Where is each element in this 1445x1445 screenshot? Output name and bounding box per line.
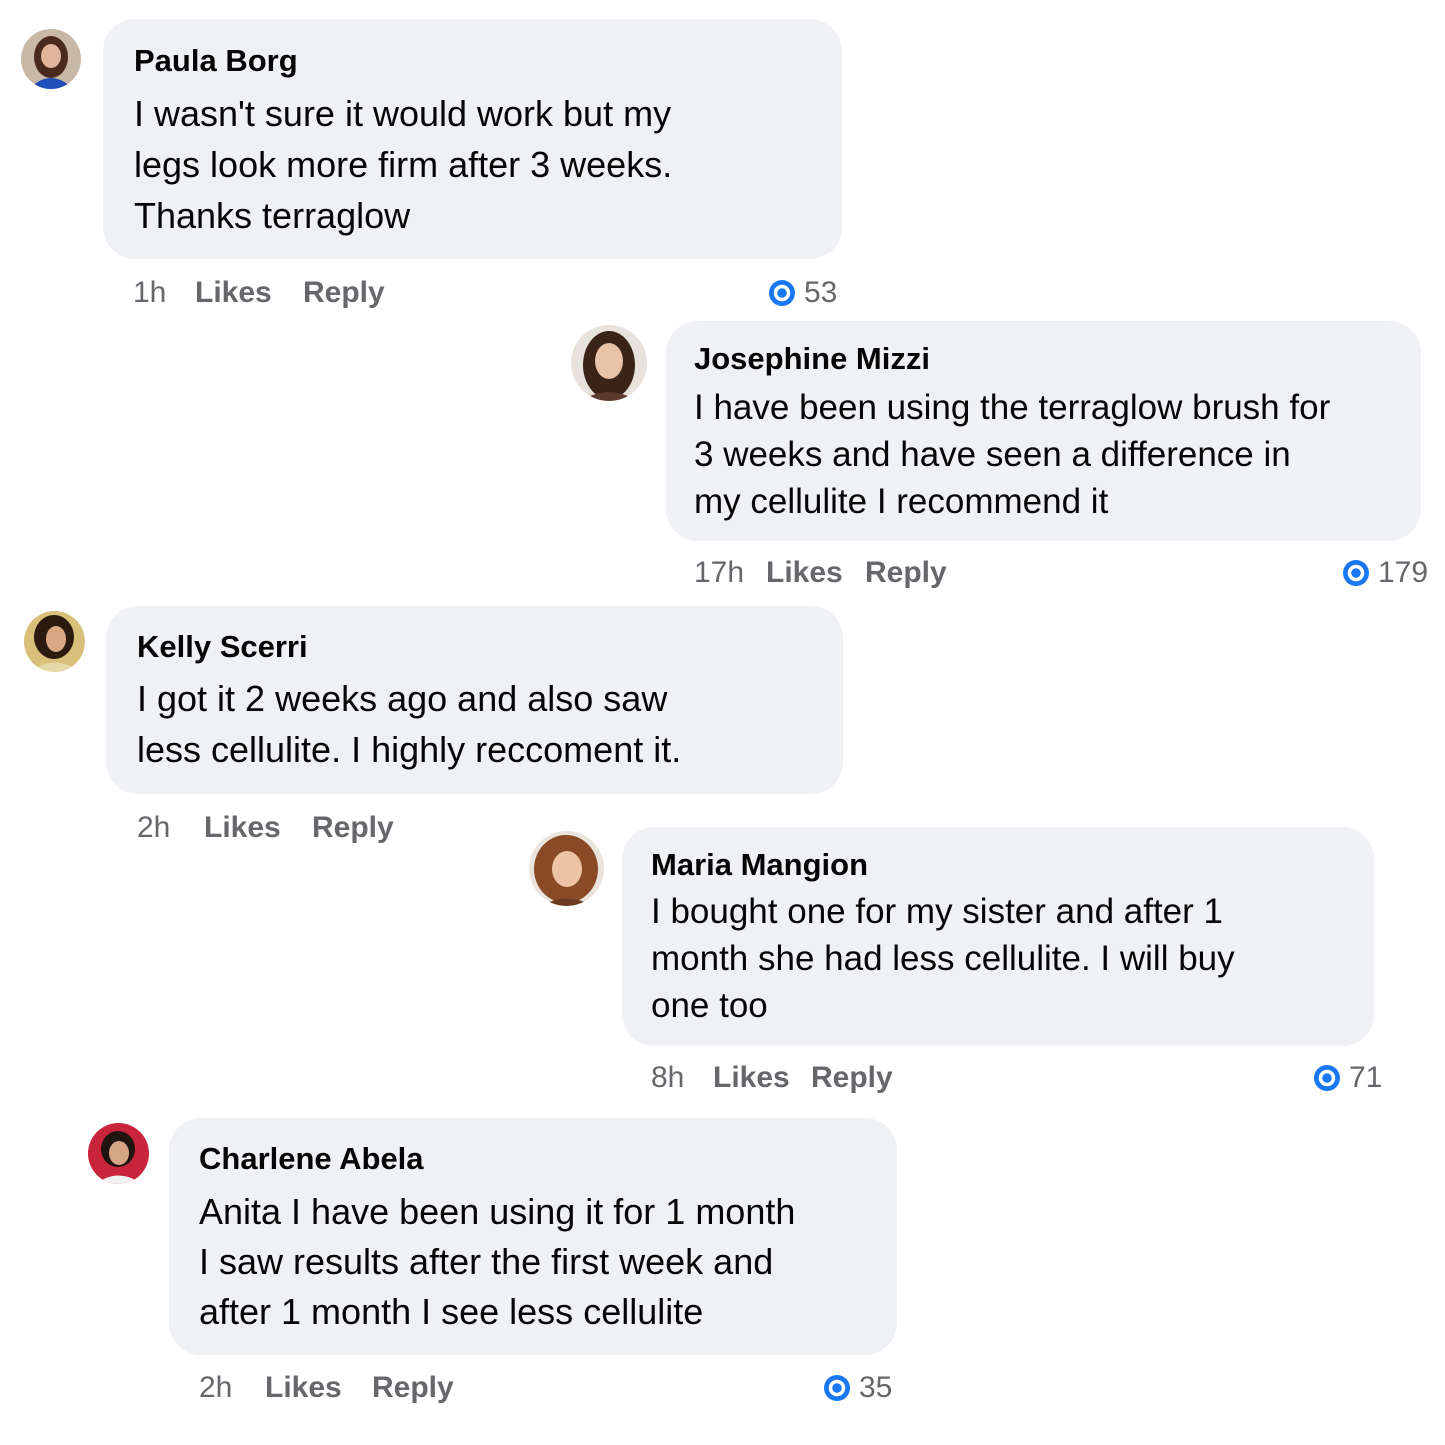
comment-meta: 17h Likes Reply — [694, 555, 994, 591]
comment-bubble: Josephine Mizzi I have been using the te… — [666, 321, 1421, 541]
reaction-number: 35 — [859, 1371, 893, 1404]
avatar[interactable] — [24, 611, 85, 672]
comment-josephine-mizzi: Josephine Mizzi I have been using the te… — [0, 320, 1445, 600]
comment-timestamp[interactable]: 2h — [199, 1370, 232, 1406]
reaction-count[interactable]: 35 — [823, 1370, 903, 1406]
comment-bubble: Paula Borg I wasn't sure it would work b… — [103, 19, 842, 259]
like-icon — [1343, 560, 1369, 586]
comment-meta: 2h Likes Reply — [199, 1370, 519, 1406]
comment-charlene-abela: Charlene Abela Anita I have been using i… — [0, 1105, 1445, 1435]
comment-paula-borg: Paula Borg I wasn't sure it would work b… — [0, 0, 1445, 320]
reply-button[interactable]: Reply — [372, 1370, 454, 1406]
comment-text: I wasn't sure it would work but my legs … — [134, 93, 673, 236]
comment-bubble: Maria Mangion I bought one for my sister… — [622, 827, 1374, 1046]
comment-author[interactable]: Josephine Mizzi — [694, 341, 930, 377]
comment-kelly-scerri: Kelly Scerri I got it 2 weeks ago and al… — [0, 600, 1445, 844]
reaction-number: 71 — [1349, 1061, 1383, 1094]
reaction-number: 53 — [804, 276, 838, 309]
comment-author[interactable]: Charlene Abela — [199, 1141, 424, 1177]
like-button[interactable]: Likes — [195, 275, 272, 311]
like-button[interactable]: Likes — [766, 555, 843, 591]
comment-meta: 1h Likes Reply — [133, 275, 453, 311]
like-button[interactable]: Likes — [713, 1060, 790, 1096]
comment-text: I bought one for my sister and after 1 m… — [651, 892, 1235, 1025]
avatar[interactable] — [21, 29, 81, 89]
reply-button[interactable]: Reply — [303, 275, 385, 311]
reply-button[interactable]: Reply — [811, 1060, 893, 1096]
comment-text: I got it 2 weeks ago and also saw less c… — [137, 678, 682, 770]
comment-text: I have been using the terraglow brush fo… — [694, 388, 1331, 521]
reaction-count[interactable]: 179 — [1342, 555, 1432, 591]
comment-timestamp[interactable]: 17h — [694, 555, 744, 591]
avatar[interactable] — [529, 831, 604, 906]
avatar[interactable] — [88, 1123, 149, 1184]
comment-timestamp[interactable]: 8h — [651, 1060, 684, 1096]
comment-meta: 8h Likes Reply — [651, 1060, 951, 1096]
like-icon — [824, 1375, 850, 1401]
reaction-count[interactable]: 71 — [1313, 1060, 1393, 1096]
reaction-number: 179 — [1378, 556, 1429, 589]
comment-bubble: Kelly Scerri I got it 2 weeks ago and al… — [106, 606, 843, 794]
reply-button[interactable]: Reply — [865, 555, 947, 591]
like-button[interactable]: Likes — [265, 1370, 342, 1406]
comment-author[interactable]: Kelly Scerri — [137, 629, 308, 665]
comment-author[interactable]: Maria Mangion — [651, 847, 868, 883]
reaction-count[interactable]: 53 — [768, 275, 848, 311]
comment-maria-mangion: Maria Mangion I bought one for my sister… — [0, 825, 1445, 1105]
like-icon — [769, 280, 795, 306]
comment-bubble: Charlene Abela Anita I have been using i… — [169, 1118, 897, 1355]
comment-timestamp[interactable]: 1h — [133, 275, 166, 311]
like-icon — [1314, 1065, 1340, 1091]
avatar[interactable] — [571, 325, 647, 401]
comment-text: Anita I have been using it for 1 month I… — [199, 1191, 796, 1332]
comment-author[interactable]: Paula Borg — [134, 43, 298, 79]
